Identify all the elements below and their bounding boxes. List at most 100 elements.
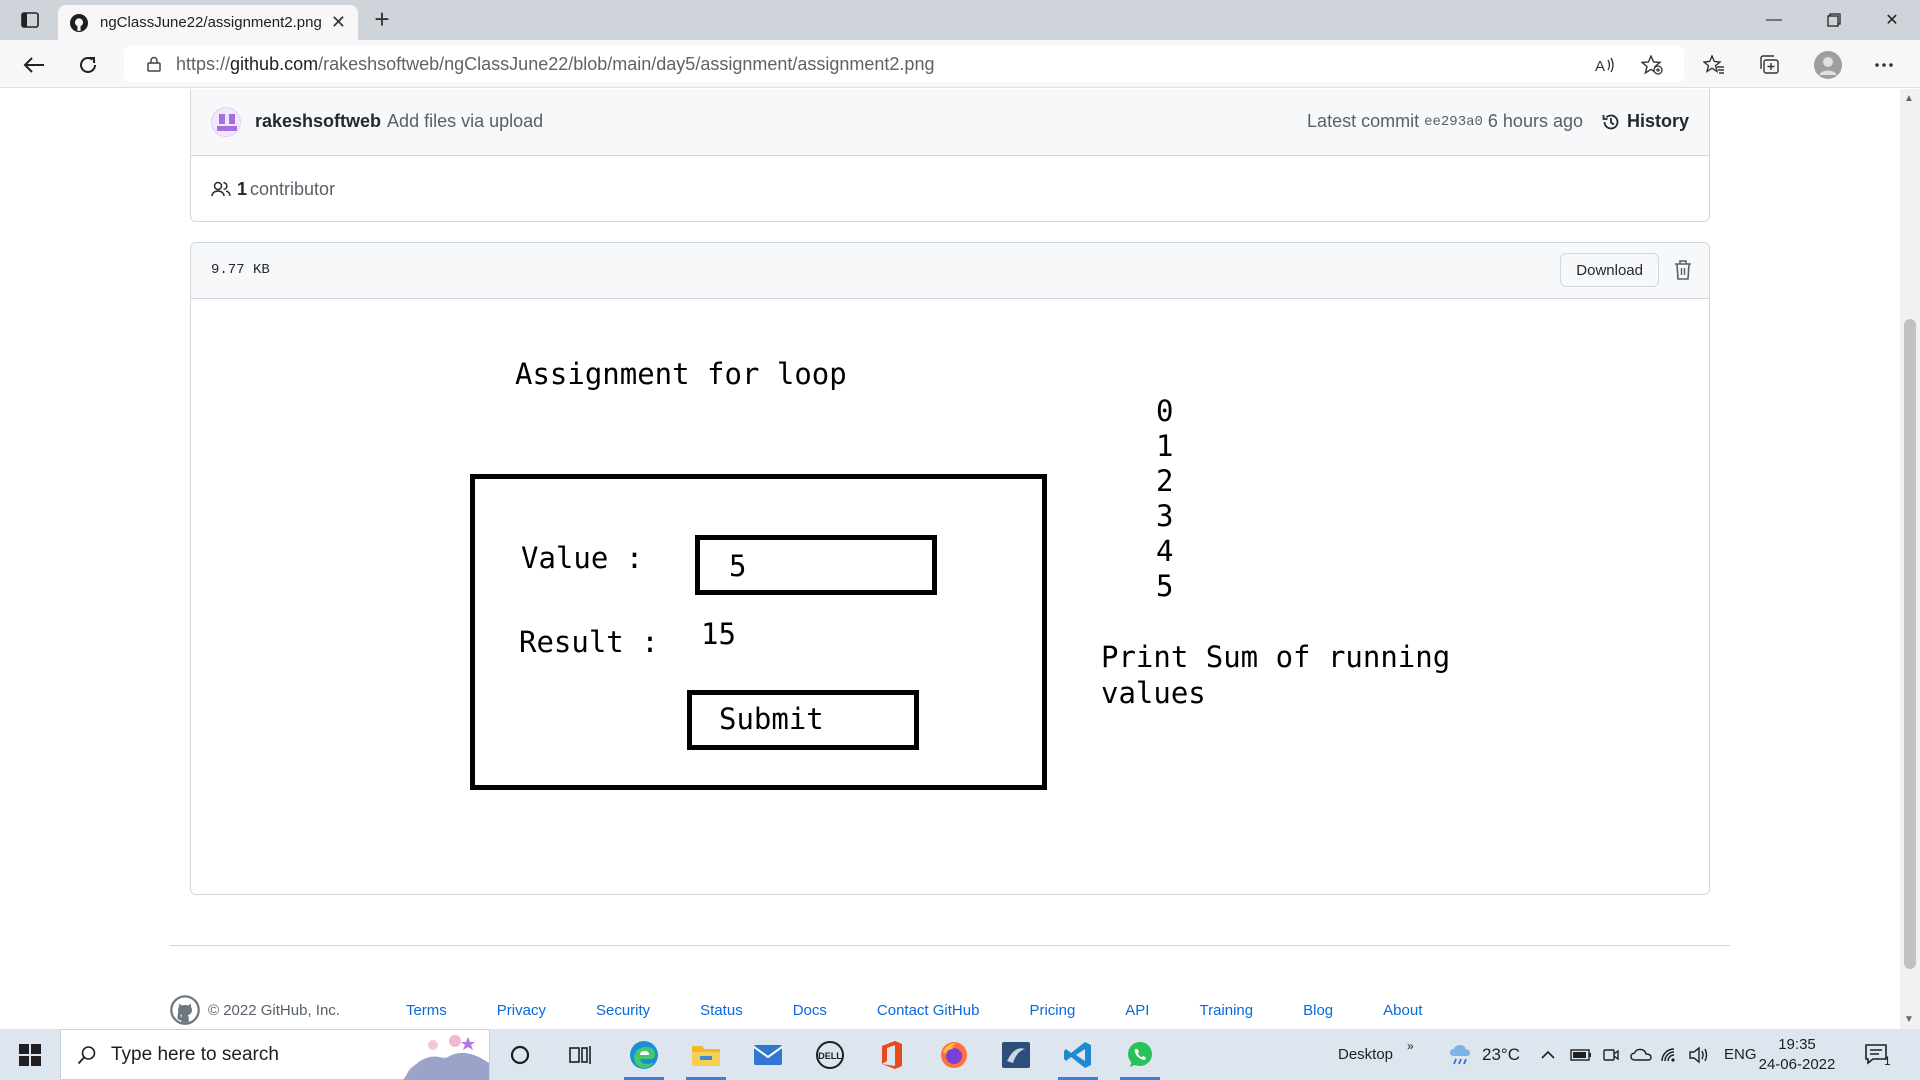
more-menu-icon[interactable] [1868,49,1900,81]
firefox-icon[interactable] [930,1034,978,1076]
volume-icon[interactable] [1688,1029,1710,1080]
desktop-toolbar[interactable]: Desktop » [1338,1029,1414,1080]
clock-time: 19:35 [1778,1036,1816,1053]
result-value: 15 [701,617,736,651]
cortana-icon[interactable] [496,1034,544,1076]
tab-actions-icon[interactable] [16,8,44,32]
weather-temp: 23°C [1482,1044,1520,1064]
commit-meta: Latest commit ee293a0 6 hours ago Histor… [1307,111,1689,132]
mail-icon[interactable] [744,1034,792,1076]
favorites-icon[interactable] [1698,49,1730,81]
office-icon[interactable] [868,1034,916,1076]
author-avatar[interactable] [211,106,241,137]
footer-link-docs[interactable]: Docs [793,1002,827,1019]
history-link[interactable]: History [1601,111,1689,132]
tray-overflow-icon[interactable] [1540,1029,1556,1080]
footer-link-security[interactable]: Security [596,1002,650,1019]
collections-icon[interactable] [1754,49,1786,81]
result-label: Result : [519,625,659,659]
chevron-right-icon: » [1407,1038,1414,1053]
footer: © 2022 GitHub, Inc. Terms Privacy Securi… [170,995,1472,1025]
footer-link-blog[interactable]: Blog [1303,1002,1333,1019]
search-icon [77,1045,96,1064]
scrollbar-thumb[interactable] [1904,319,1916,969]
battery-icon[interactable] [1570,1029,1592,1080]
tab-close-icon[interactable]: ✕ [331,12,346,33]
footer-divider [170,945,1730,946]
commit-time: 6 hours ago [1487,111,1583,131]
footer-link-status[interactable]: Status [700,1002,743,1019]
whatsapp-icon[interactable] [1116,1034,1164,1080]
window-close-icon[interactable]: ✕ [1864,0,1920,40]
tab-title: ngClassJune22/assignment2.png [100,14,322,31]
meet-now-icon[interactable] [1602,1029,1620,1080]
copyright-text: © 2022 GitHub, Inc. [208,1001,340,1019]
github-logo-icon[interactable] [170,995,200,1025]
file-header: 9.77 KB Download [191,243,1709,299]
browser-tab-bar: ngClassJune22/assignment2.png ✕ + — ✕ [0,0,1920,40]
dell-icon[interactable]: DELL [806,1034,854,1076]
contributors-row[interactable]: 1 contributor [211,156,335,222]
notifications-icon[interactable]: 1 [1864,1029,1891,1080]
trash-icon[interactable] [1673,259,1693,281]
page-scrollbar[interactable]: ▲ ▼ [1900,89,1920,1029]
commit-message-link[interactable]: Add files via upload [387,111,543,132]
footer-link-terms[interactable]: Terms [406,1002,447,1019]
scroll-up-icon[interactable]: ▲ [1904,93,1914,104]
onedrive-icon[interactable] [1630,1029,1652,1080]
url-field[interactable]: https://github.com/rakeshsoftweb/ngClass… [124,46,1684,82]
running-number: 1 [1156,429,1174,463]
file-size: 9.77 KB [211,262,270,278]
scroll-down-icon[interactable]: ▼ [1904,1014,1914,1025]
weather-widget[interactable]: 23°C [1448,1029,1520,1080]
footer-link-api[interactable]: API [1125,1002,1149,1019]
read-aloud-icon[interactable]: A [1590,49,1622,81]
vscode-icon[interactable] [1054,1034,1102,1080]
taskbar-search-input[interactable]: Type here to search [60,1029,490,1080]
footer-link-about[interactable]: About [1383,1002,1422,1019]
assignment-title: Assignment for loop [515,357,847,391]
search-placeholder: Type here to search [111,1043,279,1065]
restore-icon[interactable] [1806,0,1862,40]
submit-label: Submit [719,702,824,736]
desktop-label: Desktop [1338,1046,1394,1063]
footer-link-contact[interactable]: Contact GitHub [877,1002,980,1019]
minimize-icon[interactable]: — [1746,0,1802,40]
windows-taskbar: Type here to search DELL Desktop » 23°C [0,1029,1920,1080]
history-icon [1602,114,1619,129]
commit-box: rakeshsoftweb Add files via upload Lates… [190,89,1710,222]
edge-browser-icon[interactable] [620,1034,668,1080]
footer-link-training[interactable]: Training [1199,1002,1253,1019]
taskbar-clock[interactable]: 19:35 24-06-2022 [1752,1035,1842,1075]
wifi-icon[interactable] [1660,1029,1680,1080]
refresh-icon[interactable] [72,49,104,81]
profile-avatar-icon[interactable] [1812,49,1844,81]
svg-text:DELL: DELL [818,1051,842,1061]
running-number: 2 [1156,464,1174,498]
file-explorer-icon[interactable] [682,1034,730,1080]
start-windows-icon[interactable] [10,1039,50,1071]
file-viewer: 9.77 KB Download Assignment for loop Val… [190,242,1710,895]
new-tab-icon[interactable]: + [368,6,396,34]
add-favorite-icon[interactable] [1636,49,1668,81]
back-icon[interactable] [18,49,50,81]
lock-icon [147,56,161,72]
sql-tool-icon[interactable] [992,1034,1040,1076]
footer-copyright: © 2022 GitHub, Inc. [170,995,340,1025]
search-highlight-art-icon [403,1035,489,1080]
browser-tab[interactable]: ngClassJune22/assignment2.png ✕ [58,5,358,40]
running-number: 4 [1156,534,1174,568]
footer-link-pricing[interactable]: Pricing [1029,1002,1075,1019]
task-view-icon[interactable] [556,1034,604,1076]
footer-link-privacy[interactable]: Privacy [497,1002,546,1019]
clock-date: 24-06-2022 [1758,1056,1836,1073]
assignment-note: Print Sum of running values [1101,640,1451,710]
notification-count: 1 [1884,1053,1891,1068]
download-button[interactable]: Download [1560,253,1659,287]
commit-author-link[interactable]: rakeshsoftweb [255,111,381,132]
weather-rain-icon [1450,1044,1470,1064]
commit-sha-link[interactable]: ee293a0 [1424,114,1483,130]
latest-commit-row: rakeshsoftweb Add files via upload Lates… [191,89,1709,156]
history-label: History [1626,111,1689,131]
value-label: Value : [521,541,644,575]
